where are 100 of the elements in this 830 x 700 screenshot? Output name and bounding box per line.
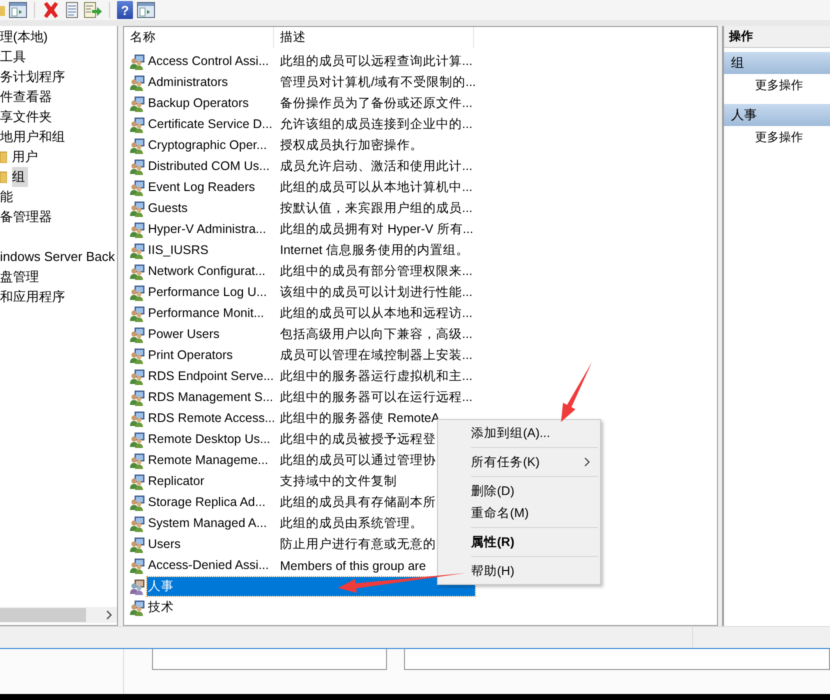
tree-item[interactable]: indows Server Back	[0, 247, 117, 267]
group-description: 该组中的成员可以计划进行性能...	[279, 284, 472, 301]
group-name[interactable]: System Managed A...	[147, 514, 275, 533]
group-name[interactable]: Power Users	[147, 325, 275, 344]
group-description: 备份操作员为了备份或还原文件...	[279, 95, 472, 112]
column-header[interactable]: 名称	[124, 27, 274, 48]
group-name[interactable]: Performance Log U...	[147, 283, 275, 302]
group-description: 此组中的成员有部分管理权限来...	[279, 263, 472, 280]
group-name[interactable]: Cryptographic Oper...	[147, 136, 275, 155]
group-icon	[129, 96, 145, 112]
group-description: 此组的成员可以远程查询此计算...	[279, 53, 472, 70]
group-name[interactable]: Remote Manageme...	[147, 451, 275, 470]
group-name[interactable]: RDS Management S...	[147, 388, 275, 407]
menu-item[interactable]: 删除(D)	[438, 480, 600, 502]
group-name[interactable]: Guests	[147, 199, 275, 218]
group-icon	[129, 348, 145, 364]
group-description: 此组的成员拥有对 Hyper-V 所有...	[279, 221, 474, 238]
group-name[interactable]: Certificate Service D...	[147, 115, 275, 134]
tree-item[interactable]: 和应用程序	[0, 287, 67, 307]
arrow-annotation	[561, 362, 592, 422]
group-description: 管理员对计算机/域有不受限制的...	[279, 74, 476, 91]
group-name[interactable]: Users	[147, 535, 275, 554]
group-name[interactable]: Backup Operators	[147, 94, 275, 113]
tree-item[interactable]: 能	[0, 187, 15, 207]
menu-item[interactable]: 重命名(M)	[438, 502, 600, 524]
tree-item[interactable]: 备管理器	[0, 207, 54, 227]
action-link[interactable]: 更多操作	[724, 126, 830, 148]
group-description: 此组的成员可以通过管理协	[279, 452, 436, 469]
group-description: 允许该组的成员连接到企业中的...	[279, 116, 472, 133]
menu-item[interactable]: 属性(R)	[438, 531, 600, 553]
export-icon[interactable]	[84, 1, 102, 19]
group-description: 此组的成员可以从本地计算机中...	[279, 179, 472, 196]
chevron-right-icon	[105, 610, 113, 620]
group-icon	[129, 54, 145, 70]
group-description: 按默认值，来宾跟用户组的成员...	[279, 200, 472, 217]
pane-toggle-icon[interactable]	[137, 1, 155, 19]
group-icon	[129, 474, 145, 490]
group-description: 此组中的服务器可以在运行远程...	[279, 389, 472, 406]
group-icon	[129, 494, 145, 510]
menu-item[interactable]: 添加到组(A)...	[438, 422, 600, 444]
group-name[interactable]: IIS_IUSRS	[147, 241, 275, 260]
tree-item[interactable]: 用户	[12, 147, 41, 167]
group-icon	[129, 368, 145, 384]
group-description: 包括高级用户以向下兼容，高级...	[279, 326, 472, 343]
group-name[interactable]: RDS Endpoint Serve...	[147, 367, 275, 386]
group-icon	[129, 158, 145, 174]
group-icon	[129, 536, 145, 552]
tree-item[interactable]: 工具	[0, 47, 28, 67]
group-name[interactable]: Hyper-V Administra...	[147, 220, 275, 239]
group-name[interactable]: Storage Replica Ad...	[147, 493, 275, 512]
group-icon	[129, 516, 145, 532]
properties-icon[interactable]	[64, 1, 80, 19]
group-icon	[129, 242, 145, 258]
action-link[interactable]: 更多操作	[724, 74, 830, 96]
group-name[interactable]: Event Log Readers	[147, 178, 275, 197]
folder-icon	[0, 151, 7, 163]
group-name[interactable]: Print Operators	[147, 346, 275, 365]
help-button[interactable]: ?	[117, 1, 133, 19]
group-icon	[129, 264, 145, 280]
tree-item[interactable]: 盘管理	[0, 267, 41, 287]
group-name[interactable]: Remote Desktop Us...	[147, 430, 275, 449]
tree-item[interactable]: 理(本地)	[0, 27, 50, 47]
group-name[interactable]: Performance Monit...	[147, 304, 275, 323]
group-icon	[129, 600, 145, 616]
group-description: 成员允许启动、激活和使用此计...	[279, 158, 472, 175]
group-name[interactable]: RDS Remote Access...	[147, 409, 275, 428]
actions-title: 操作	[724, 26, 830, 48]
horizontal-scrollbar[interactable]	[0, 607, 117, 623]
menu-item[interactable]: 所有任务(K)	[438, 451, 600, 473]
group-name[interactable]: Distributed COM Us...	[147, 157, 275, 176]
group-description: Internet 信息服务使用的内置组。	[279, 242, 469, 259]
group-description: 此组的成员可以从本地和远程访...	[279, 305, 472, 322]
group-icon	[129, 180, 145, 196]
tree-item[interactable]: 享文件夹	[0, 107, 54, 127]
group-description: Members of this group are	[279, 558, 426, 572]
actions-section-header[interactable]: 人事	[724, 104, 830, 126]
tree-item[interactable]: 地用户和组	[0, 127, 67, 147]
group-icon	[129, 138, 145, 154]
group-icon	[129, 432, 145, 448]
chevron-right-icon	[584, 457, 590, 467]
group-icon	[129, 452, 145, 468]
group-icon	[129, 284, 145, 300]
group-description: 授权成员执行加密操作。	[279, 137, 423, 154]
group-name[interactable]: 技术	[147, 598, 275, 617]
group-name[interactable]: Administrators	[147, 73, 275, 92]
group-name[interactable]: Replicator	[147, 472, 275, 491]
group-name[interactable]: Access Control Assi...	[147, 52, 275, 71]
delete-icon[interactable]	[42, 1, 60, 19]
tree-item[interactable]: 务计划程序	[0, 67, 67, 87]
column-header[interactable]: 描述	[274, 27, 474, 48]
group-name[interactable]: Network Configurat...	[147, 262, 275, 281]
group-description: 支持域中的文件复制	[279, 473, 397, 490]
actions-section-header[interactable]: 组	[724, 52, 830, 74]
group-icon	[129, 578, 145, 594]
group-icon	[129, 326, 145, 342]
tree-item[interactable]: 组	[12, 167, 28, 187]
group-description: 此组的成员具有存储副本所	[279, 494, 436, 511]
tree-item[interactable]: 件查看器	[0, 87, 54, 107]
group-name[interactable]: Access-Denied Assi...	[147, 556, 275, 575]
pane-toggle-icon[interactable]	[9, 1, 27, 19]
